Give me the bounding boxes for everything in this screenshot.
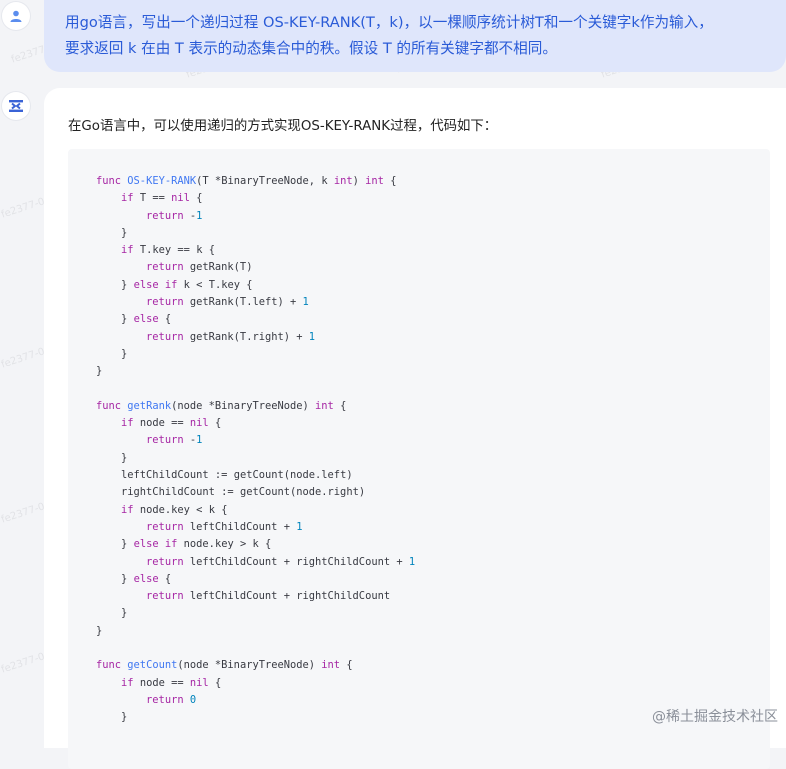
code-line: if node.key < k { [121,503,228,516]
code-line: } [121,347,128,360]
code-line: if node == nil { [121,417,222,430]
bot-avatar [2,92,30,120]
code-line: } else { [121,313,172,326]
code-line: } else if node.key > k { [121,538,272,551]
user-message-line: 用go语言，写出一个递归过程 OS-KEY-RANK(T，k)，以一棵顺序统计树… [65,14,713,31]
site-watermark: @稀土掘金技术社区 [652,709,778,725]
code-line: } [96,624,103,637]
code-block: func OS-KEY-RANK(T *BinaryTreeNode, k in… [68,149,770,769]
code-line: return getRank(T) [146,261,253,274]
code-line: if T == nil { [121,192,203,205]
code-line: if node == nil { [121,676,222,689]
code-line: } [121,451,128,464]
code-line: leftChildCount := getCount(node.left) [121,469,353,482]
code-line: return getRank(T.right) + 1 [146,330,316,343]
code-line: } [121,607,128,620]
code-line: func OS-KEY-RANK(T *BinaryTreeNode, k in… [96,175,397,187]
bot-intro-text: 在Go语言中，可以使用递归的方式实现OS-KEY-RANK过程，代码如下： [68,119,498,134]
person-icon [10,10,22,22]
code-content: func OS-KEY-RANK(T *BinaryTreeNode, k in… [96,173,415,727]
code-line: return -1 [146,434,203,447]
code-line: return -1 [146,209,203,222]
code-line: } [96,365,103,378]
code-line: } else { [121,572,172,585]
code-line: return leftChildCount + 1 [146,520,303,533]
code-line: return getRank(T.left) + 1 [146,296,309,309]
code-line: func getCount(node *BinaryTreeNode) int … [96,659,353,672]
bot-logo-icon [9,100,23,112]
code-line: rightChildCount := getCount(node.right) [121,486,366,499]
user-message-line: 要求返回 k 在由 T 表示的动态集合中的秩。假设 T 的所有关键字都不相同。 [65,40,557,57]
code-line: } [121,711,128,724]
code-line: return 0 [146,693,197,706]
code-line: if T.key == k { [121,244,215,257]
code-line: return leftChildCount + rightChildCount … [146,555,416,568]
code-line: func getRank(node *BinaryTreeNode) int { [96,399,347,412]
user-avatar [2,2,30,30]
code-line: return leftChildCount + rightChildCount [146,590,391,603]
user-message-bubble: 用go语言，写出一个递归过程 OS-KEY-RANK(T，k)，以一棵顺序统计树… [44,0,786,72]
code-line: } [121,226,128,239]
code-line: } else if k < T.key { [121,278,253,291]
bot-message-card: 在Go语言中，可以使用递归的方式实现OS-KEY-RANK过程，代码如下： fu… [44,88,786,769]
